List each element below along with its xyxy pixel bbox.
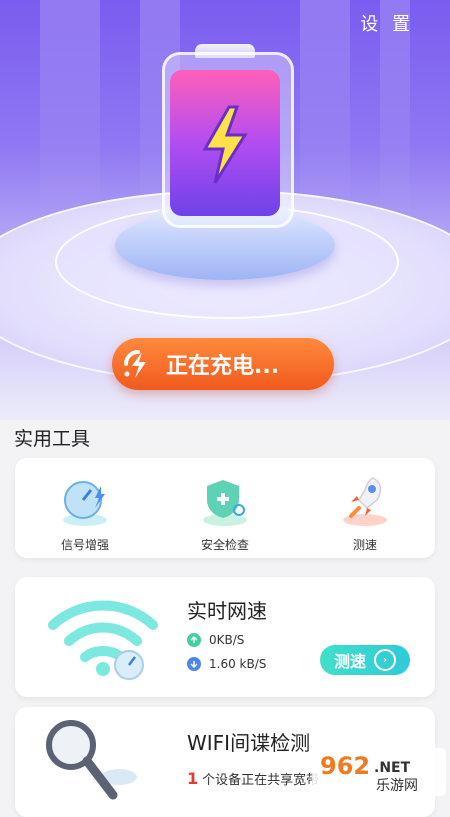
download-value: 1.60 kB/S (209, 657, 267, 671)
speed-test-button[interactable]: 测速 › (320, 645, 410, 675)
svg-text:962: 962 (320, 752, 370, 780)
tool-speed-test[interactable]: 测速 (310, 458, 420, 558)
tool-label: 安全检查 (200, 538, 249, 552)
magnifier-icon (46, 720, 137, 800)
charging-bolt-icon (124, 350, 146, 378)
speed-test-label: 测速 (333, 652, 366, 671)
svg-text:乐游网: 乐游网 (376, 778, 418, 794)
tools-card: 信号增强 安全检查 测速 (15, 458, 435, 558)
chevron-right-icon: › (374, 649, 396, 671)
wifi-speed-icon (48, 600, 158, 680)
sharing-label: 个设备正在共享宽带 (202, 773, 320, 788)
realtime-speed-card: 实时网速 0KB/S 1.60 kB/S 测速 › (15, 577, 435, 697)
tools-section-title: 实用工具 (14, 428, 91, 450)
tool-signal-boost[interactable]: 信号增强 (30, 458, 140, 558)
light-stripe (300, 0, 350, 220)
tool-label: 信号增强 (60, 538, 109, 552)
download-speed: 1.60 kB/S (187, 657, 266, 671)
wifi-spy-title: WIFI间谍检测 (187, 731, 311, 755)
settings-button[interactable]: 设 置 (360, 10, 414, 36)
tool-label: 测速 (352, 538, 377, 552)
upload-speed: 0KB/S (187, 633, 244, 647)
download-arrow-icon (187, 657, 201, 671)
light-stripe (40, 0, 100, 220)
charging-hero: 正在充电... (0, 0, 450, 420)
charging-label: 正在充电... (166, 354, 280, 379)
device-count: 1 (187, 769, 199, 788)
signal-boost-icon (63, 481, 107, 526)
upload-arrow-icon (187, 633, 201, 647)
tool-security-check[interactable]: 安全检查 (170, 458, 280, 558)
lightning-bolt-icon (202, 105, 248, 184)
speed-card-title: 实时网速 (187, 599, 267, 623)
shared-devices-text: 1 个设备正在共享宽带 (187, 769, 319, 788)
rocket-icon (343, 477, 387, 526)
site-watermark-logo: 962 .NET 乐游网 (312, 748, 446, 796)
charging-status-button[interactable]: 正在充电... (112, 338, 334, 390)
upload-value: 0KB/S (209, 633, 245, 647)
security-check-icon (203, 480, 247, 526)
svg-text:.NET: .NET (374, 760, 411, 776)
